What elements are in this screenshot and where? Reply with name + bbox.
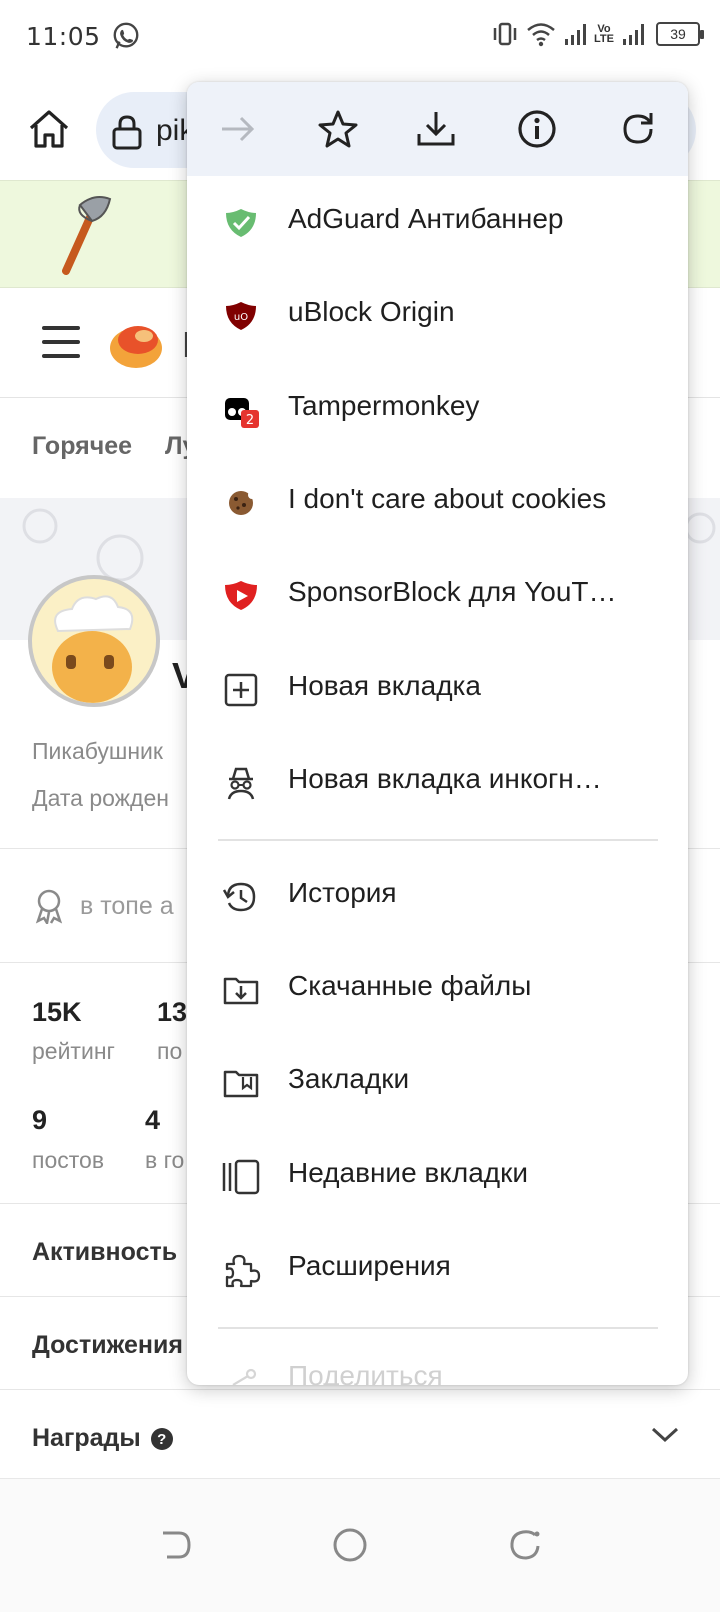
- menu-item-sponsorblock[interactable]: SponsorBlock для YouT…: [187, 550, 688, 642]
- menu-divider: [218, 839, 658, 841]
- menu-item-share-label: Поделиться: [288, 1360, 443, 1385]
- stat-posts-label: постов: [32, 1147, 105, 1173]
- profile-rank: Пикабушник: [32, 738, 163, 764]
- menu-item-adguard[interactable]: AdGuard Антибаннер: [187, 177, 688, 269]
- award-icon: [35, 889, 63, 924]
- menu-label: SponsorBlock для YouT…: [288, 576, 617, 607]
- tampermonkey-icon: 2: [225, 398, 259, 428]
- battery-icon: 39: [656, 22, 704, 46]
- status-time: 11:05: [26, 21, 101, 51]
- download-icon[interactable]: [415, 108, 457, 150]
- menu-label: Недавние вкладки: [288, 1157, 528, 1188]
- tab-hot[interactable]: Горячее: [32, 432, 132, 461]
- downloads-folder-icon: [223, 977, 259, 1005]
- stat-subscribers-label: по: [157, 1038, 183, 1064]
- menu-label: uBlock Origin: [288, 296, 455, 327]
- menu-label: История: [288, 877, 397, 908]
- history-icon: [222, 882, 256, 912]
- menu-label: Tampermonkey: [288, 390, 480, 421]
- menu-item-ublock[interactable]: uO uBlock Origin: [187, 270, 688, 362]
- chevron-down-icon[interactable]: [650, 1425, 680, 1445]
- bookmarks-icon: [223, 1070, 259, 1098]
- browser-menu: AdGuard Антибаннер uO uBlock Origin 2 Ta…: [187, 82, 688, 1385]
- profile-birthdate: Дата рожден: [32, 785, 169, 811]
- new-tab-icon: [224, 673, 258, 707]
- vibrate-icon: [493, 22, 517, 46]
- recents-nav-icon[interactable]: [505, 1525, 545, 1565]
- status-icons: Vo LTE 39: [492, 20, 704, 48]
- section-awards[interactable]: Награды?: [32, 1424, 173, 1453]
- top-rank-row[interactable]: в топе а: [32, 888, 174, 924]
- axe-icon: [62, 196, 112, 275]
- menu-item-bookmarks[interactable]: Закладки: [187, 1037, 688, 1129]
- home-icon[interactable]: [24, 104, 74, 154]
- menu-label: Расширения: [288, 1250, 451, 1281]
- menu-burger-icon[interactable]: [42, 326, 80, 358]
- stat-posts-value: 9: [32, 1105, 48, 1135]
- system-nav-bar: [0, 1478, 720, 1612]
- section-activity[interactable]: Активность: [32, 1238, 177, 1267]
- signal-icon: [565, 24, 587, 45]
- svg-text:2: 2: [246, 413, 254, 428]
- menu-item-incognito[interactable]: Новая вкладка инкогн…: [187, 737, 688, 829]
- menu-label: Новая вкладка инкогн…: [288, 763, 602, 794]
- menu-divider: [218, 1327, 658, 1329]
- menu-item-new-tab[interactable]: Новая вкладка: [187, 644, 688, 736]
- bookmark-star-icon[interactable]: [317, 108, 359, 150]
- menu-item-tampermonkey[interactable]: 2 Tampermonkey: [187, 364, 688, 456]
- stat-hot-value: 4: [145, 1105, 161, 1135]
- lock-icon: [112, 115, 142, 150]
- info-icon[interactable]: [516, 108, 558, 150]
- ublock-icon: uO: [226, 302, 256, 330]
- share-icon: [232, 1368, 257, 1385]
- screen: 11:05 Vo LTE 39 pik Горячее Лу V Пикабуш…: [0, 0, 720, 1612]
- stat-subscribers-value: 13: [157, 997, 188, 1027]
- volte-label: Vo LTE: [594, 23, 614, 45]
- help-icon[interactable]: ?: [150, 1428, 173, 1451]
- menu-label: I don't care about cookies: [288, 483, 607, 514]
- stat-hot-label: в го: [145, 1147, 185, 1173]
- svg-text:uO: uO: [234, 312, 248, 323]
- menu-item-recent-tabs[interactable]: Недавние вкладки: [187, 1131, 688, 1223]
- menu-item-downloads[interactable]: Скачанные файлы: [187, 944, 688, 1036]
- divider: [0, 1389, 720, 1390]
- pikabu-logo-icon[interactable]: [108, 318, 164, 370]
- whatsapp-icon: [113, 22, 138, 49]
- section-awards-label: Награды: [32, 1424, 141, 1452]
- menu-item-history[interactable]: История: [187, 851, 688, 943]
- back-nav-icon[interactable]: [155, 1525, 195, 1565]
- sponsorblock-icon: [225, 581, 257, 610]
- forward-icon[interactable]: [217, 108, 259, 150]
- menu-item-extensions[interactable]: Расширения: [187, 1224, 688, 1316]
- wifi-icon: [527, 23, 555, 47]
- menu-label: AdGuard Антибаннер: [288, 203, 564, 234]
- menu-label: Скачанные файлы: [288, 970, 532, 1001]
- refresh-icon[interactable]: [617, 108, 659, 150]
- menu-item-cookies[interactable]: I don't care about cookies: [187, 457, 688, 549]
- recent-tabs-icon: [222, 1159, 260, 1195]
- menu-label: Новая вкладка: [288, 670, 481, 701]
- status-bar: 11:05 Vo LTE 39: [0, 0, 720, 72]
- avatar-image: [52, 595, 134, 703]
- menu-label: Закладки: [288, 1063, 410, 1094]
- signal-icon-2: [623, 24, 644, 45]
- stat-rating-label: рейтинг: [32, 1038, 115, 1064]
- home-nav-icon[interactable]: [330, 1525, 370, 1565]
- avatar[interactable]: [28, 575, 160, 707]
- battery-level: 39: [670, 26, 686, 42]
- incognito-icon: [227, 767, 255, 800]
- top-rank-text: в топе а: [80, 891, 174, 920]
- extensions-icon: [225, 1254, 261, 1288]
- menu-action-row: [187, 82, 688, 176]
- stat-rating-value: 15K: [32, 997, 82, 1027]
- cookie-icon: [229, 491, 256, 515]
- adguard-icon: [226, 209, 256, 237]
- section-achievements[interactable]: Достижения: [32, 1331, 183, 1360]
